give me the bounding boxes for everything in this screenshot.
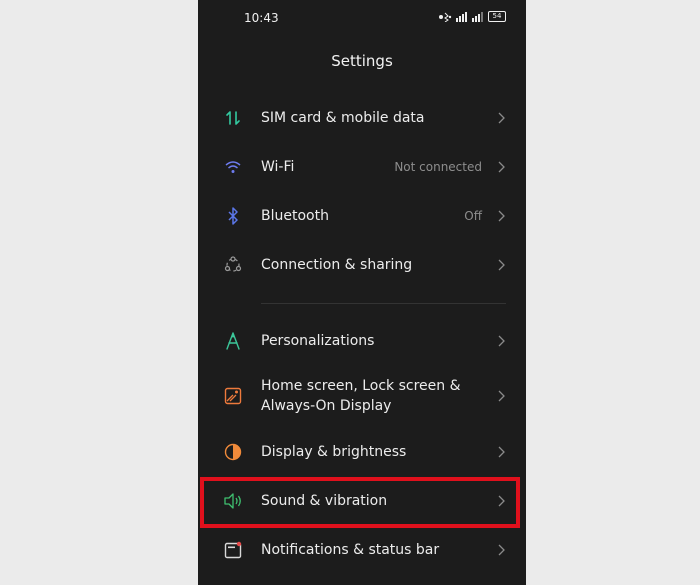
settings-item-sound-vibration[interactable]: Sound & vibration xyxy=(198,479,526,523)
settings-item-label: Bluetooth xyxy=(261,208,329,224)
bluetooth-status-value: Off xyxy=(464,209,482,223)
settings-item-label-line1: Home screen, Lock screen & xyxy=(261,378,461,394)
home-screen-icon xyxy=(222,385,244,407)
chevron-right-icon xyxy=(498,495,505,507)
wifi-icon xyxy=(222,156,244,178)
settings-item-label: SIM card & mobile data xyxy=(261,110,425,126)
bluetooth-icon xyxy=(222,205,244,227)
sim-data-icon xyxy=(222,107,244,129)
settings-list: SIM card & mobile data Wi-Fi Not connect… xyxy=(198,0,526,585)
chevron-right-icon xyxy=(498,544,505,556)
notifications-icon xyxy=(222,539,244,561)
settings-item-label: Notifications & status bar xyxy=(261,542,440,558)
sound-icon xyxy=(222,490,244,512)
settings-item-display-brightness[interactable]: Display & brightness xyxy=(198,430,526,474)
settings-item-label: Sound & vibration xyxy=(261,493,388,509)
phone-screen: 10:43 54 Settings SIM card & mobile data xyxy=(198,0,526,585)
section-divider xyxy=(261,303,506,304)
wifi-status-value: Not connected xyxy=(394,160,482,174)
settings-item-wifi[interactable]: Wi-Fi Not connected xyxy=(198,145,526,189)
settings-item-bluetooth[interactable]: Bluetooth Off xyxy=(198,194,526,238)
chevron-right-icon xyxy=(498,390,505,402)
display-brightness-icon xyxy=(222,441,244,463)
personalizations-icon xyxy=(222,330,244,352)
settings-item-sim[interactable]: SIM card & mobile data xyxy=(198,96,526,140)
chevron-right-icon xyxy=(498,446,505,458)
settings-item-connection-sharing[interactable]: Connection & sharing xyxy=(198,243,526,287)
settings-item-label: Personalizations xyxy=(261,333,375,349)
settings-item-home-screen[interactable]: Home screen, Lock screen & Always-On Dis… xyxy=(198,370,526,422)
chevron-right-icon xyxy=(498,161,505,173)
settings-item-label: Wi-Fi xyxy=(261,159,295,175)
settings-item-label: Connection & sharing xyxy=(261,257,413,273)
connection-sharing-icon xyxy=(222,254,244,276)
settings-item-label-line2: Always-On Display xyxy=(261,398,392,414)
chevron-right-icon xyxy=(498,112,505,124)
settings-item-label: Display & brightness xyxy=(261,444,407,460)
chevron-right-icon xyxy=(498,210,505,222)
chevron-right-icon xyxy=(498,335,505,347)
settings-item-notifications[interactable]: Notifications & status bar xyxy=(198,528,526,572)
chevron-right-icon xyxy=(498,259,505,271)
settings-item-personalizations[interactable]: Personalizations xyxy=(198,319,526,363)
